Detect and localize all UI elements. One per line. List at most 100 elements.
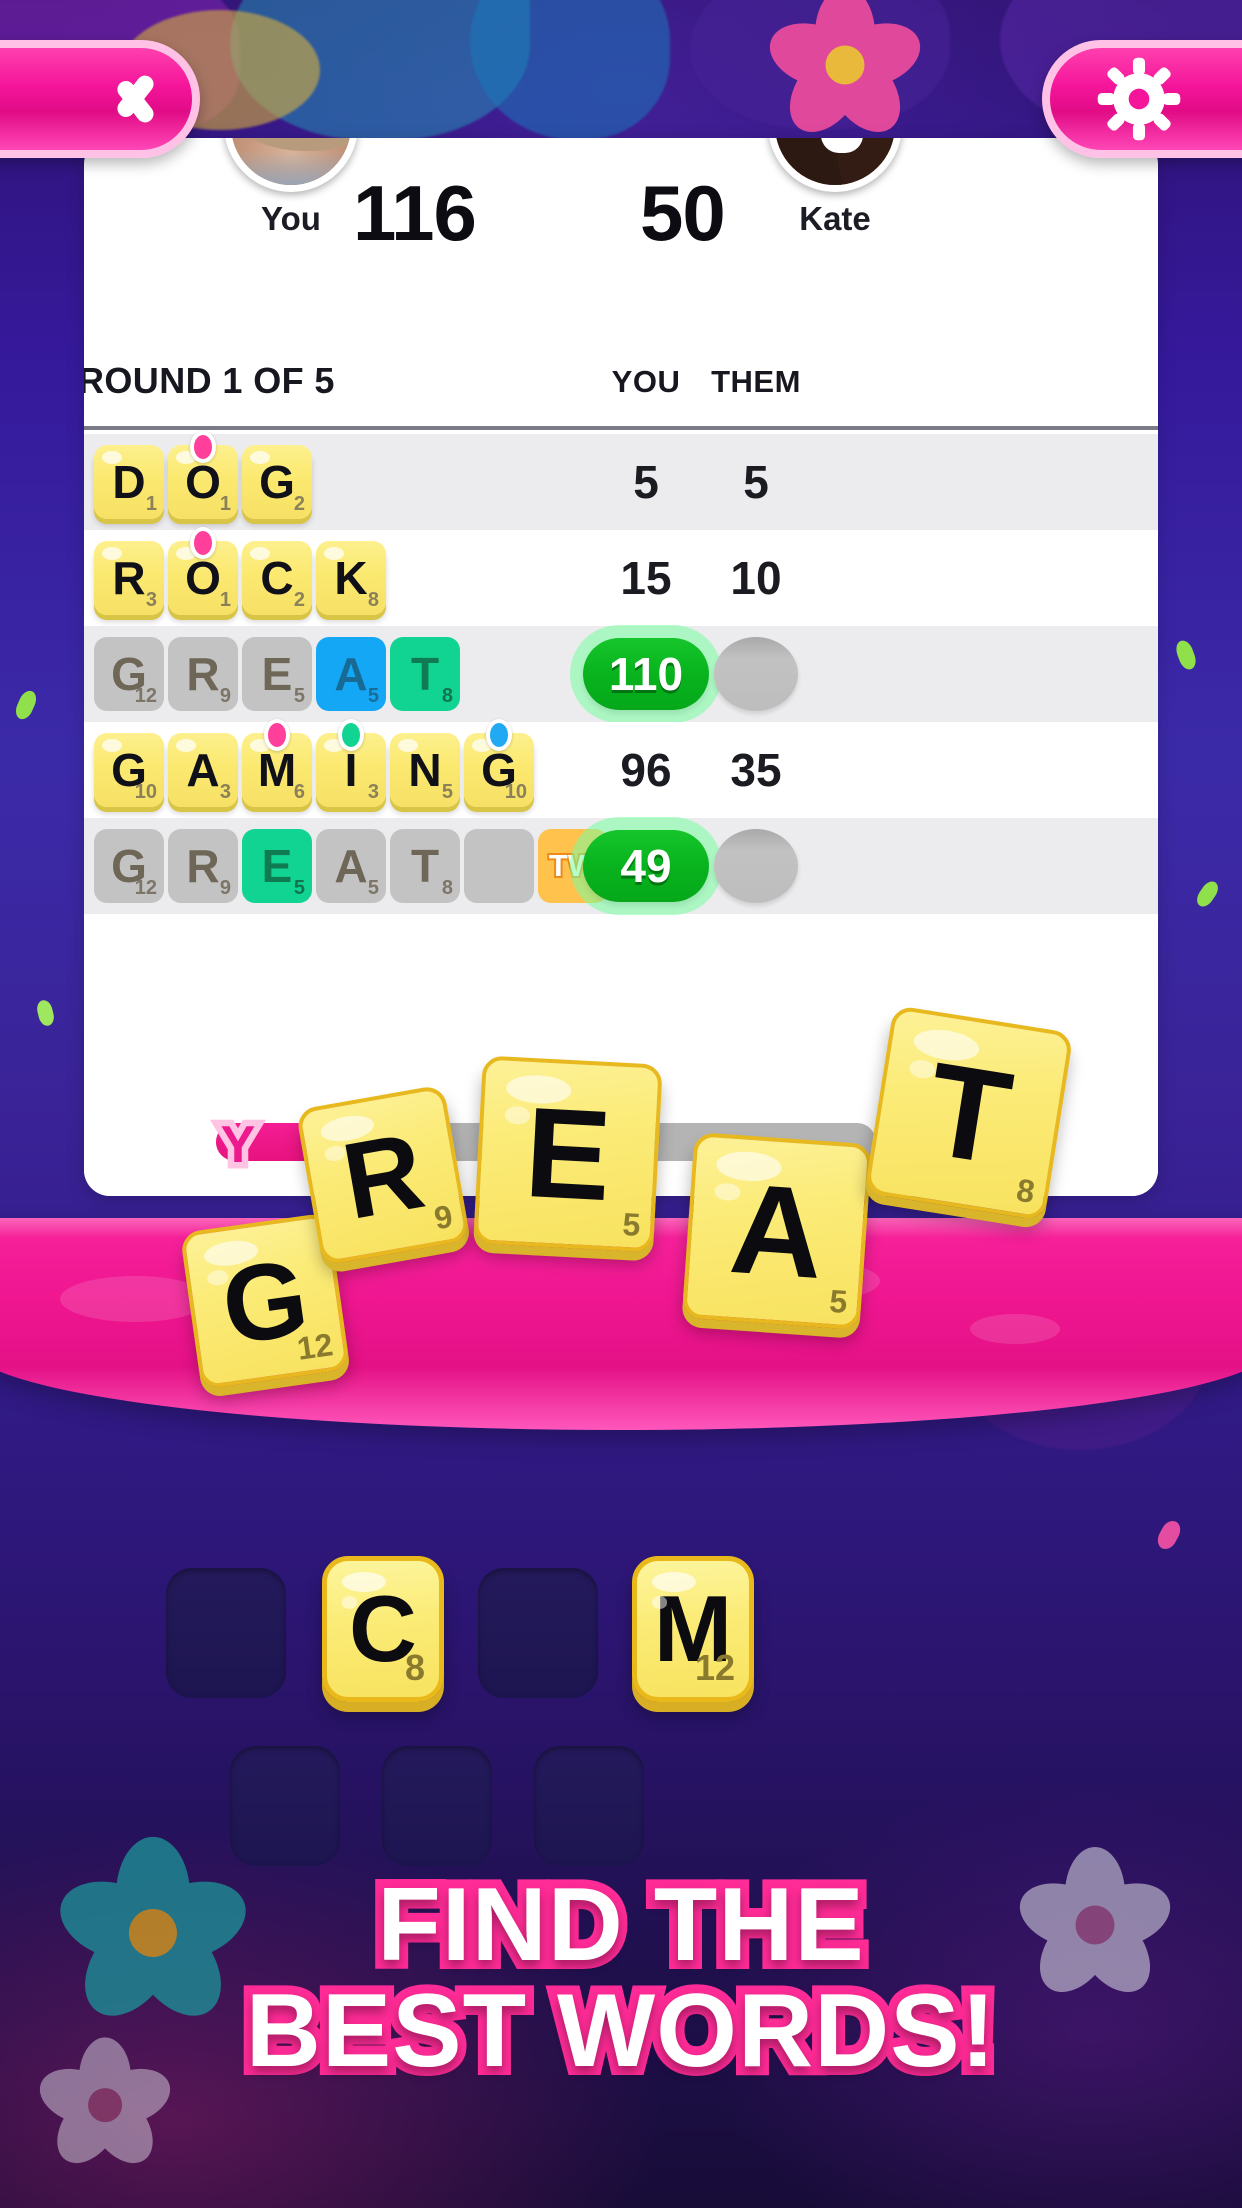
tile-highlight (715, 1150, 783, 1184)
letter-tile: A5 (316, 637, 386, 711)
tile-point-value: 3 (219, 781, 231, 803)
tile-point-value: 1 (145, 493, 157, 515)
tray-empty-slot[interactable] (166, 1568, 286, 1698)
tile-highlight (318, 1111, 376, 1145)
tile-highlight (202, 1237, 260, 1269)
tile-point-value: 8 (1014, 1171, 1038, 1210)
player-score-kate: 50 (640, 169, 726, 257)
tile-point-value: 1 (219, 493, 231, 515)
column-header-them: THEM (711, 364, 801, 399)
tile-point-value: 2 (293, 493, 305, 515)
word-tiles: R3O1C2K8 (94, 527, 386, 615)
tile-highlight (714, 1182, 742, 1202)
letter-tile: G 10 (94, 733, 164, 807)
floating-letter-tile: T8 (864, 1004, 1074, 1222)
tile-highlight (206, 1268, 230, 1287)
tile-point-value: 5 (828, 1282, 849, 1321)
tile-point-value: 5 (367, 877, 379, 899)
letter-tile: K8 (316, 541, 386, 615)
letter-tile: G 10 (464, 719, 534, 807)
tile-highlight (341, 1571, 387, 1593)
tile-point-value: 9 (219, 877, 231, 899)
player-name-kate: Kate (799, 200, 871, 237)
back-button[interactable] (0, 40, 200, 158)
word-row[interactable]: G 10 A 3 M 6 I 3 N 5 G 10 96 35 (84, 719, 1158, 818)
avatar-kate[interactable] (768, 138, 902, 192)
letter-tile: G 12 (94, 829, 164, 903)
tray-empty-slot[interactable] (382, 1746, 492, 1866)
word-tiles: D1O1G2 (94, 431, 312, 519)
word-row[interactable]: G 12 R 9 E 5 A 5 T 8 110 (84, 626, 1158, 722)
player-name-you: You (261, 200, 321, 237)
letter-tile: T8 (390, 829, 460, 903)
word-tiles: G 12 R 9 E 5 A 5 T 8 (94, 637, 460, 711)
row-score-them: 35 (730, 744, 782, 796)
floating-letter-tile: R9 (295, 1084, 471, 1266)
tile-point-value: 2 (293, 589, 305, 611)
letter-tile: N5 (390, 733, 460, 807)
score-placeholder (714, 829, 798, 903)
tile-point-value: 9 (219, 685, 231, 707)
row-score-them (686, 818, 826, 914)
tile-point-value: 5 (293, 685, 305, 707)
word-tiles: G 12 R 9 E 5 A 5 T 8 TW (94, 829, 608, 903)
avatar-you[interactable] (224, 138, 358, 192)
tile-point-value: 3 (367, 781, 379, 803)
word-row[interactable]: D1O1G255 (84, 431, 1158, 530)
tile-marker-dot (338, 719, 364, 751)
row-score-them: 10 (730, 552, 782, 604)
tile-highlight (505, 1073, 573, 1106)
letter-tile: I3 (316, 719, 386, 807)
tile-highlight (341, 1596, 358, 1609)
tile-highlight (907, 1057, 937, 1080)
word-tiles: G 10 A 3 M 6 I 3 N 5 G 10 (94, 719, 534, 807)
tray-empty-slot[interactable] (534, 1746, 644, 1866)
tile-marker-dot (190, 431, 216, 463)
tile-point-value: 6 (293, 781, 305, 803)
tile-point-value: 5 (621, 1205, 642, 1243)
word-row[interactable]: R 3 O 1 C 2 K 8 15 10 (84, 527, 1158, 626)
chevron-left-icon (98, 60, 146, 138)
floating-letter-tile: E5 (473, 1055, 663, 1253)
floating-letter-tile: A5 (681, 1132, 873, 1330)
progress-marker-you: Y (214, 1110, 262, 1181)
tile-point-value: 1 (219, 589, 231, 611)
tile-point-value: 8 (367, 589, 379, 611)
tile-point-value: 12 (134, 685, 157, 707)
tile-point-value: 10 (134, 781, 157, 803)
tile-point-value: 9 (431, 1197, 456, 1237)
tile-point-value: 8 (404, 1647, 425, 1688)
tray-empty-slot[interactable] (230, 1746, 340, 1866)
letter-tile: M6 (242, 719, 312, 807)
tile-marker-dot (264, 719, 290, 751)
letter-tile: E5 (242, 829, 312, 903)
tile-point-value: 5 (367, 685, 379, 707)
letter-tile: R9 (168, 637, 238, 711)
letter-tile: G 12 (94, 637, 164, 711)
settings-button[interactable] (1042, 40, 1242, 158)
tagline-line-2: BEST WORDS! (237, 1969, 1005, 2093)
word-row[interactable]: G 12 R 9 E 5 A 5 T 8 TW 49 (84, 818, 1158, 914)
player-score-strip: You 116 Kate 50 (84, 138, 1158, 257)
letter-tray: C 8 M 12 (0, 1520, 1242, 1880)
tile-point-value: 12 (134, 877, 157, 899)
tile-highlight (911, 1025, 982, 1065)
letter-tile: G2 (242, 445, 312, 519)
round-header-row: ROUND 1 OF 5 YOU THEM (84, 334, 1158, 430)
letter-tile: E5 (242, 637, 312, 711)
tile-point-value: 10 (504, 781, 527, 803)
row-score-them (686, 626, 826, 722)
tray-letter-tile[interactable]: M 12 (632, 1556, 754, 1702)
letter-tile: C2 (242, 541, 312, 615)
gear-icon (1096, 56, 1182, 142)
letter-tile: O1 (168, 527, 238, 615)
letter-tile (464, 829, 534, 903)
letter-tile: R9 (168, 829, 238, 903)
tray-letter-tile[interactable]: C8 (322, 1556, 444, 1702)
word-rows: D 1 O 1 G 2 5 5 R 3 O 1 C 2 K 8 15 10 G 12 R 9 E 5 A 5 T 8 110 G 10 A 3 M… (84, 431, 1158, 914)
tray-empty-slot[interactable] (478, 1568, 598, 1698)
tile-point-value: 5 (293, 877, 305, 899)
tile-highlight (504, 1105, 531, 1125)
tile-point-value: 3 (145, 589, 157, 611)
letter-tile: A3 (168, 733, 238, 807)
